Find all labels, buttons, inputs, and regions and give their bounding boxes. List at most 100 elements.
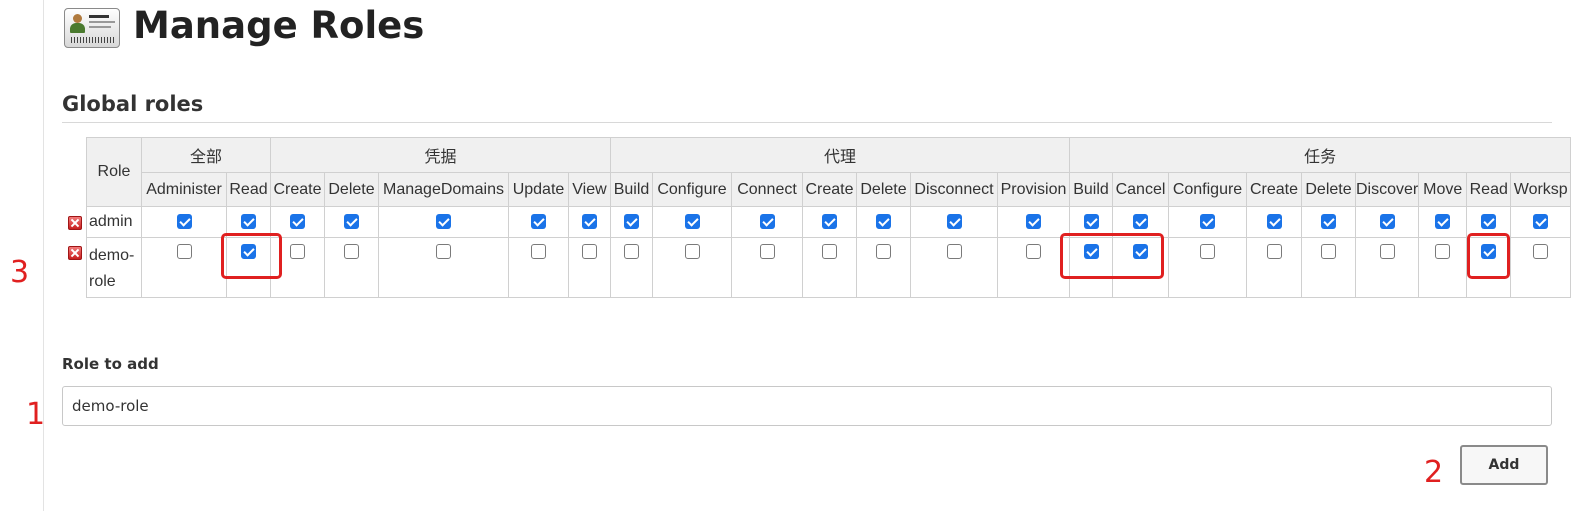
permission-checkbox[interactable]: [1533, 244, 1549, 260]
permission-cell: [1301, 206, 1356, 238]
permission-checkbox[interactable]: [176, 244, 192, 260]
permission-checkbox[interactable]: [624, 214, 639, 230]
permission-checkbox[interactable]: [1266, 214, 1282, 230]
permission-cell: [910, 237, 998, 298]
permission-checkbox[interactable]: [876, 214, 891, 230]
permission-checkbox[interactable]: [1026, 214, 1041, 230]
permission-header: Build: [610, 172, 653, 207]
permission-checkbox[interactable]: [624, 244, 639, 260]
permission-checkbox[interactable]: [290, 214, 305, 230]
permission-cell: [141, 206, 227, 238]
permission-checkbox[interactable]: [1083, 214, 1099, 230]
permission-checkbox[interactable]: [759, 244, 775, 260]
permission-checkbox[interactable]: [1133, 214, 1148, 230]
permission-header: Discover: [1354, 172, 1420, 207]
permission-header: Configure: [652, 172, 732, 207]
permission-cell: [1418, 237, 1468, 298]
permission-header: Delete: [1301, 172, 1356, 207]
permission-cell: [1354, 206, 1420, 238]
highlight-box-read: [221, 233, 282, 279]
permission-cell: [856, 237, 911, 298]
permission-checkbox[interactable]: [822, 214, 837, 230]
permission-checkbox[interactable]: [531, 244, 546, 260]
permission-checkbox[interactable]: [241, 214, 256, 230]
permission-cell: [802, 237, 857, 298]
role-name-input[interactable]: [62, 386, 1552, 426]
permission-header: Provision: [997, 172, 1070, 207]
section-divider: [62, 122, 1552, 123]
permission-cell: [610, 237, 653, 298]
delete-role-demo-role-icon[interactable]: [68, 246, 82, 260]
permission-checkbox[interactable]: [1379, 244, 1395, 260]
add-button[interactable]: Add: [1460, 445, 1548, 485]
permission-checkbox[interactable]: [1533, 214, 1549, 230]
permission-cell: [1301, 237, 1356, 298]
permission-checkbox[interactable]: [946, 214, 962, 230]
permission-header: Read: [1466, 172, 1512, 207]
permission-header: Administer: [141, 172, 227, 207]
permission-cell: [141, 237, 227, 298]
permission-cell: [1246, 206, 1302, 238]
permission-checkbox[interactable]: [822, 244, 837, 260]
permission-checkbox[interactable]: [531, 214, 546, 230]
permission-header: Configure: [1168, 172, 1247, 207]
permission-checkbox[interactable]: [290, 244, 305, 260]
section-title: Global roles: [62, 92, 204, 116]
permission-checkbox[interactable]: [344, 214, 359, 230]
permission-checkbox[interactable]: [684, 244, 700, 260]
permission-checkbox[interactable]: [946, 244, 962, 260]
step-marker-2: 2: [1424, 455, 1444, 490]
permission-cell: [652, 237, 732, 298]
permission-header: Delete: [856, 172, 911, 207]
role-name: admin: [86, 206, 142, 238]
permission-cell: [1168, 237, 1247, 298]
permission-header: Worksp: [1510, 172, 1572, 207]
permission-checkbox[interactable]: [436, 244, 451, 260]
permission-checkbox[interactable]: [1266, 244, 1282, 260]
permission-cell: [324, 206, 379, 238]
permission-cell: [568, 206, 611, 238]
permission-checkbox[interactable]: [436, 214, 451, 230]
page-title: Manage Roles: [133, 4, 425, 47]
permission-checkbox[interactable]: [344, 244, 359, 260]
permission-header: Build: [1069, 172, 1113, 207]
permission-checkbox[interactable]: [582, 214, 597, 230]
permission-cell: [378, 206, 509, 238]
id-card-icon: [64, 8, 120, 48]
permission-cell: [910, 206, 998, 238]
permission-header: Create: [802, 172, 857, 207]
group-header-credentials: 凭据: [270, 137, 611, 173]
permission-checkbox[interactable]: [1321, 214, 1336, 230]
permission-header: Update: [508, 172, 569, 207]
group-header-job: 任务: [1068, 137, 1572, 173]
permission-header: Read: [226, 172, 271, 207]
delete-role-admin-icon[interactable]: [68, 216, 82, 230]
permission-checkbox[interactable]: [582, 244, 597, 260]
permission-checkbox[interactable]: [1435, 244, 1451, 260]
left-divider: [43, 0, 44, 511]
permission-header: Move: [1418, 172, 1468, 207]
permission-checkbox[interactable]: [176, 214, 192, 230]
permission-checkbox[interactable]: [759, 214, 775, 230]
permission-checkbox[interactable]: [684, 214, 700, 230]
permission-cell: [378, 237, 509, 298]
permission-cell: [1510, 206, 1572, 238]
role-name: demo-role: [86, 237, 142, 298]
permission-checkbox[interactable]: [1481, 214, 1497, 230]
permission-header: Connect: [731, 172, 803, 207]
permission-header: Create: [1246, 172, 1302, 207]
permission-header: Cancel: [1112, 172, 1169, 207]
permission-checkbox[interactable]: [1200, 214, 1215, 230]
permission-header: Disconnect: [910, 172, 998, 207]
permission-checkbox[interactable]: [1379, 214, 1395, 230]
permission-checkbox[interactable]: [1321, 244, 1336, 260]
highlight-box-job-read: [1467, 233, 1510, 279]
permission-checkbox[interactable]: [876, 244, 891, 260]
highlight-box-build-cancel: [1060, 233, 1164, 279]
permission-checkbox[interactable]: [1435, 214, 1451, 230]
permission-checkbox[interactable]: [1200, 244, 1215, 260]
role-to-add-label: Role to add: [62, 355, 159, 373]
step-marker-3: 3: [10, 255, 30, 290]
permission-cell: [1418, 206, 1468, 238]
permission-checkbox[interactable]: [1026, 244, 1041, 260]
